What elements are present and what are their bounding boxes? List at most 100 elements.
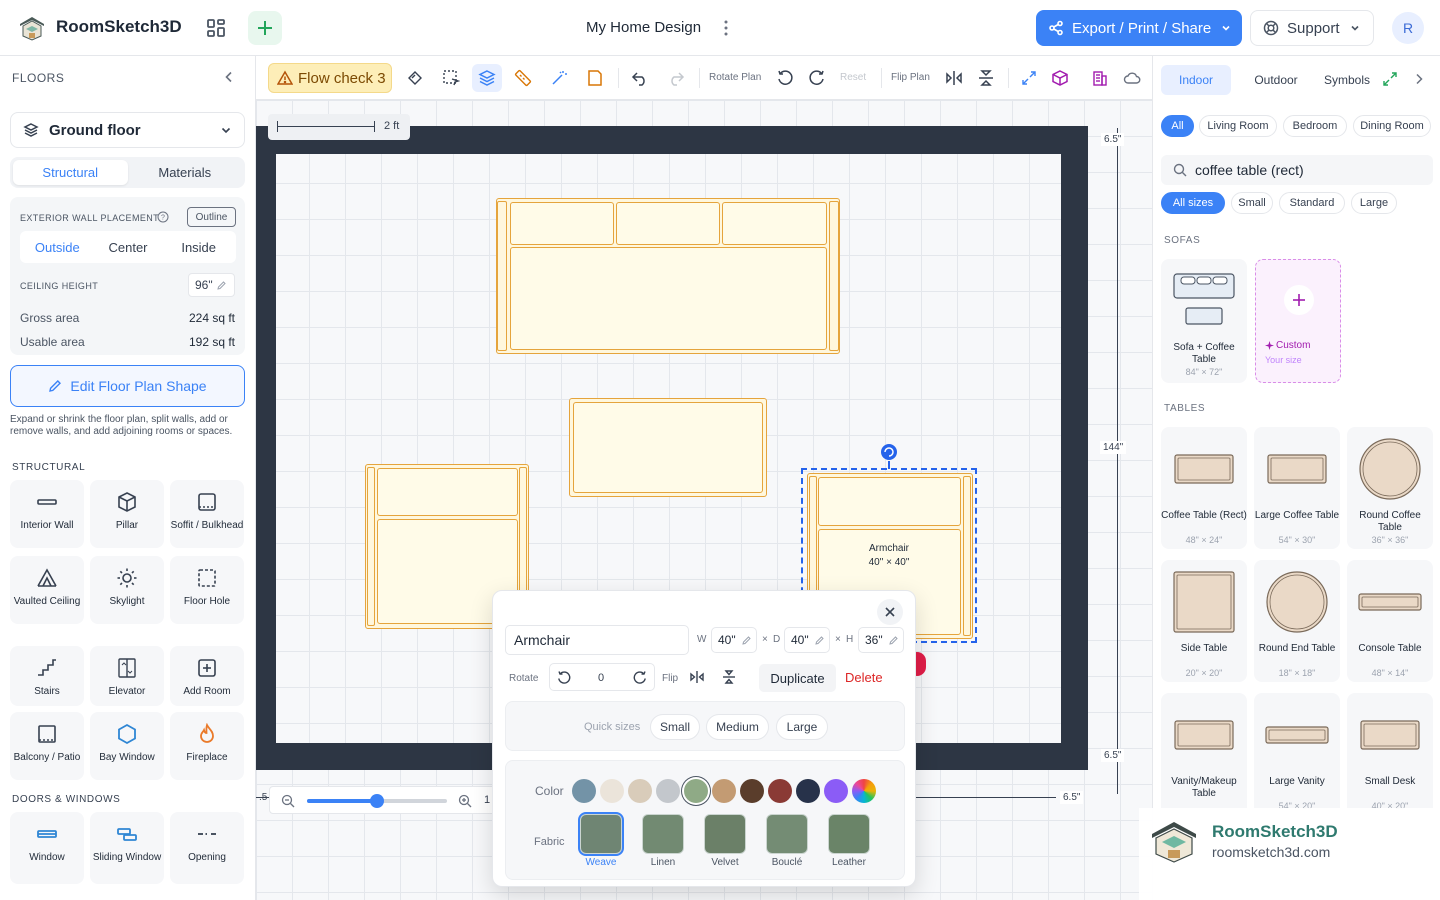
collapse-panel-icon[interactable]	[222, 70, 236, 84]
undo-button[interactable]	[630, 68, 650, 88]
flip-vertical-icon[interactable]	[721, 669, 737, 685]
catalog-search-input[interactable]: coffee table (rect)	[1161, 155, 1433, 185]
tool-interior-wall[interactable]: Interior Wall	[10, 480, 84, 548]
catalog-card-sofa-coffee-table[interactable]: Sofa + Coffee Table 84" × 72"	[1161, 259, 1247, 383]
catalog-card-table[interactable]: Coffee Table (Rect) 48" × 24"	[1161, 427, 1247, 549]
layers-tool[interactable]	[472, 64, 502, 92]
outline-toggle[interactable]: Outline	[187, 207, 236, 227]
tool-vaulted-ceiling[interactable]: Vaulted Ceiling	[10, 556, 84, 624]
tool-balcony-patio[interactable]: Balcony / Patio	[10, 712, 84, 780]
view-3d-button[interactable]	[1050, 68, 1070, 88]
building-view-button[interactable]	[1090, 68, 1110, 88]
fabric-swatch[interactable]	[766, 814, 808, 854]
add-custom-button[interactable]	[1284, 285, 1314, 315]
catalog-card-table[interactable]: Round Coffee Table 36" × 36"	[1347, 427, 1433, 549]
user-avatar[interactable]: R	[1392, 12, 1424, 44]
quick-size-small[interactable]: Small	[650, 714, 700, 740]
flip-plan-horizontal-button[interactable]	[944, 68, 964, 88]
flip-horizontal-icon[interactable]	[689, 669, 705, 685]
catalog-card-table[interactable]: Round End Table 18" × 18"	[1254, 560, 1340, 682]
tool-stairs[interactable]: Stairs	[10, 646, 84, 706]
delete-button[interactable]: Delete	[845, 670, 883, 685]
floor-selector[interactable]: Ground floor	[10, 112, 245, 148]
tool-pillar[interactable]: Pillar	[90, 480, 164, 548]
catalog-card-table[interactable]: Large Coffee Table 54" × 30"	[1254, 427, 1340, 549]
wall-option-outside[interactable]: Outside	[22, 233, 93, 261]
tool-sliding-window[interactable]: Sliding Window	[90, 812, 164, 884]
size-filter-all[interactable]: All sizes	[1161, 192, 1225, 214]
color-swatch[interactable]	[656, 779, 680, 803]
expand-panel-icon[interactable]	[1383, 72, 1397, 86]
catalog-card-table[interactable]: Console Table 48" × 14"	[1347, 560, 1433, 682]
flow-check-button[interactable]: Flow check 3	[268, 63, 392, 93]
new-design-button[interactable]	[248, 11, 282, 45]
size-filter-small[interactable]: Small	[1231, 192, 1273, 214]
tab-indoor[interactable]: Indoor	[1161, 65, 1231, 95]
chevron-right-icon[interactable]	[1412, 72, 1426, 86]
tool-add-room[interactable]: Add Room	[170, 646, 244, 706]
rotation-value[interactable]: 0	[598, 672, 604, 684]
close-popup-button[interactable]	[877, 599, 903, 625]
height-input[interactable]: 36"	[858, 627, 904, 653]
magic-select-tool[interactable]	[405, 68, 425, 88]
color-swatch[interactable]	[824, 779, 848, 803]
catalog-card-table[interactable]: Side Table 20" × 20"	[1161, 560, 1247, 682]
size-filter-standard[interactable]: Standard	[1279, 192, 1345, 214]
fabric-swatch[interactable]	[580, 814, 622, 854]
color-swatch[interactable]	[600, 779, 624, 803]
color-swatch[interactable]	[740, 779, 764, 803]
tool-soffit-bulkhead[interactable]: Soffit / Bulkhead	[170, 480, 244, 548]
rotate-handle-icon[interactable]	[879, 443, 899, 469]
edit-floor-plan-shape-button[interactable]: Edit Floor Plan Shape	[10, 365, 245, 407]
rotate-ccw-icon[interactable]	[556, 670, 572, 686]
color-swatch[interactable]	[628, 779, 652, 803]
room-filter-dining-room[interactable]: Dining Room	[1353, 115, 1431, 137]
zoom-slider[interactable]	[307, 794, 447, 808]
app-logo-icon[interactable]	[18, 14, 46, 42]
quick-size-medium[interactable]: Medium	[706, 714, 769, 740]
fabric-swatch[interactable]	[828, 814, 870, 854]
catalog-card-table[interactable]: Large Vanity 54" × 20"	[1254, 693, 1340, 815]
flip-plan-vertical-button[interactable]	[976, 68, 996, 88]
support-button[interactable]: Support	[1250, 10, 1374, 46]
catalog-card-custom[interactable]: Custom Your size	[1255, 259, 1341, 383]
tab-outdoor[interactable]: Outdoor	[1237, 65, 1315, 95]
tab-structural[interactable]: Structural	[13, 160, 128, 185]
depth-input[interactable]: 40"	[784, 627, 830, 653]
fabric-swatch[interactable]	[704, 814, 746, 854]
size-filter-large[interactable]: Large	[1351, 192, 1397, 214]
width-input[interactable]: 40"	[711, 627, 757, 653]
catalog-card-table[interactable]: Small Desk 40" × 20"	[1347, 693, 1433, 815]
auto-furnish-tool[interactable]	[549, 68, 569, 88]
cloud-save-button[interactable]	[1122, 68, 1142, 88]
tool-opening[interactable]: Opening	[170, 812, 244, 884]
select-area-tool[interactable]	[441, 68, 461, 88]
tool-fireplace[interactable]: Fireplace	[170, 712, 244, 780]
info-icon[interactable]: ?	[157, 211, 169, 223]
export-print-share-button[interactable]: Export / Print / Share	[1036, 10, 1242, 46]
color-swatch[interactable]	[572, 779, 596, 803]
tool-elevator[interactable]: Elevator	[90, 646, 164, 706]
reset-button[interactable]: Reset	[840, 72, 866, 83]
tool-floor-hole[interactable]: Floor Hole	[170, 556, 244, 624]
room-filter-bedroom[interactable]: Bedroom	[1283, 115, 1347, 137]
duplicate-button[interactable]: Duplicate	[759, 664, 836, 692]
color-swatch[interactable]	[684, 779, 708, 803]
tool-skylight[interactable]: Skylight	[90, 556, 164, 624]
zoom-in-icon[interactable]	[458, 794, 472, 808]
catalog-card-table[interactable]: Vanity/Makeup Table	[1161, 693, 1247, 815]
quick-size-large[interactable]: Large	[776, 714, 828, 740]
rotate-cw-icon[interactable]	[632, 670, 648, 686]
rotate-plan-cw-button[interactable]	[807, 68, 827, 88]
wall-option-inside[interactable]: Inside	[163, 233, 234, 261]
zoom-out-icon[interactable]	[281, 794, 295, 808]
dashboard-grid-icon[interactable]	[204, 16, 228, 40]
custom-color-picker[interactable]	[852, 779, 876, 803]
item-name-input[interactable]	[505, 625, 689, 655]
more-vertical-icon[interactable]	[720, 18, 732, 38]
tool-bay-window[interactable]: Bay Window	[90, 712, 164, 780]
color-swatch[interactable]	[796, 779, 820, 803]
tab-symbols[interactable]: Symbols	[1315, 65, 1379, 95]
measure-tool[interactable]	[513, 68, 533, 88]
wall-option-center[interactable]: Center	[93, 233, 164, 261]
